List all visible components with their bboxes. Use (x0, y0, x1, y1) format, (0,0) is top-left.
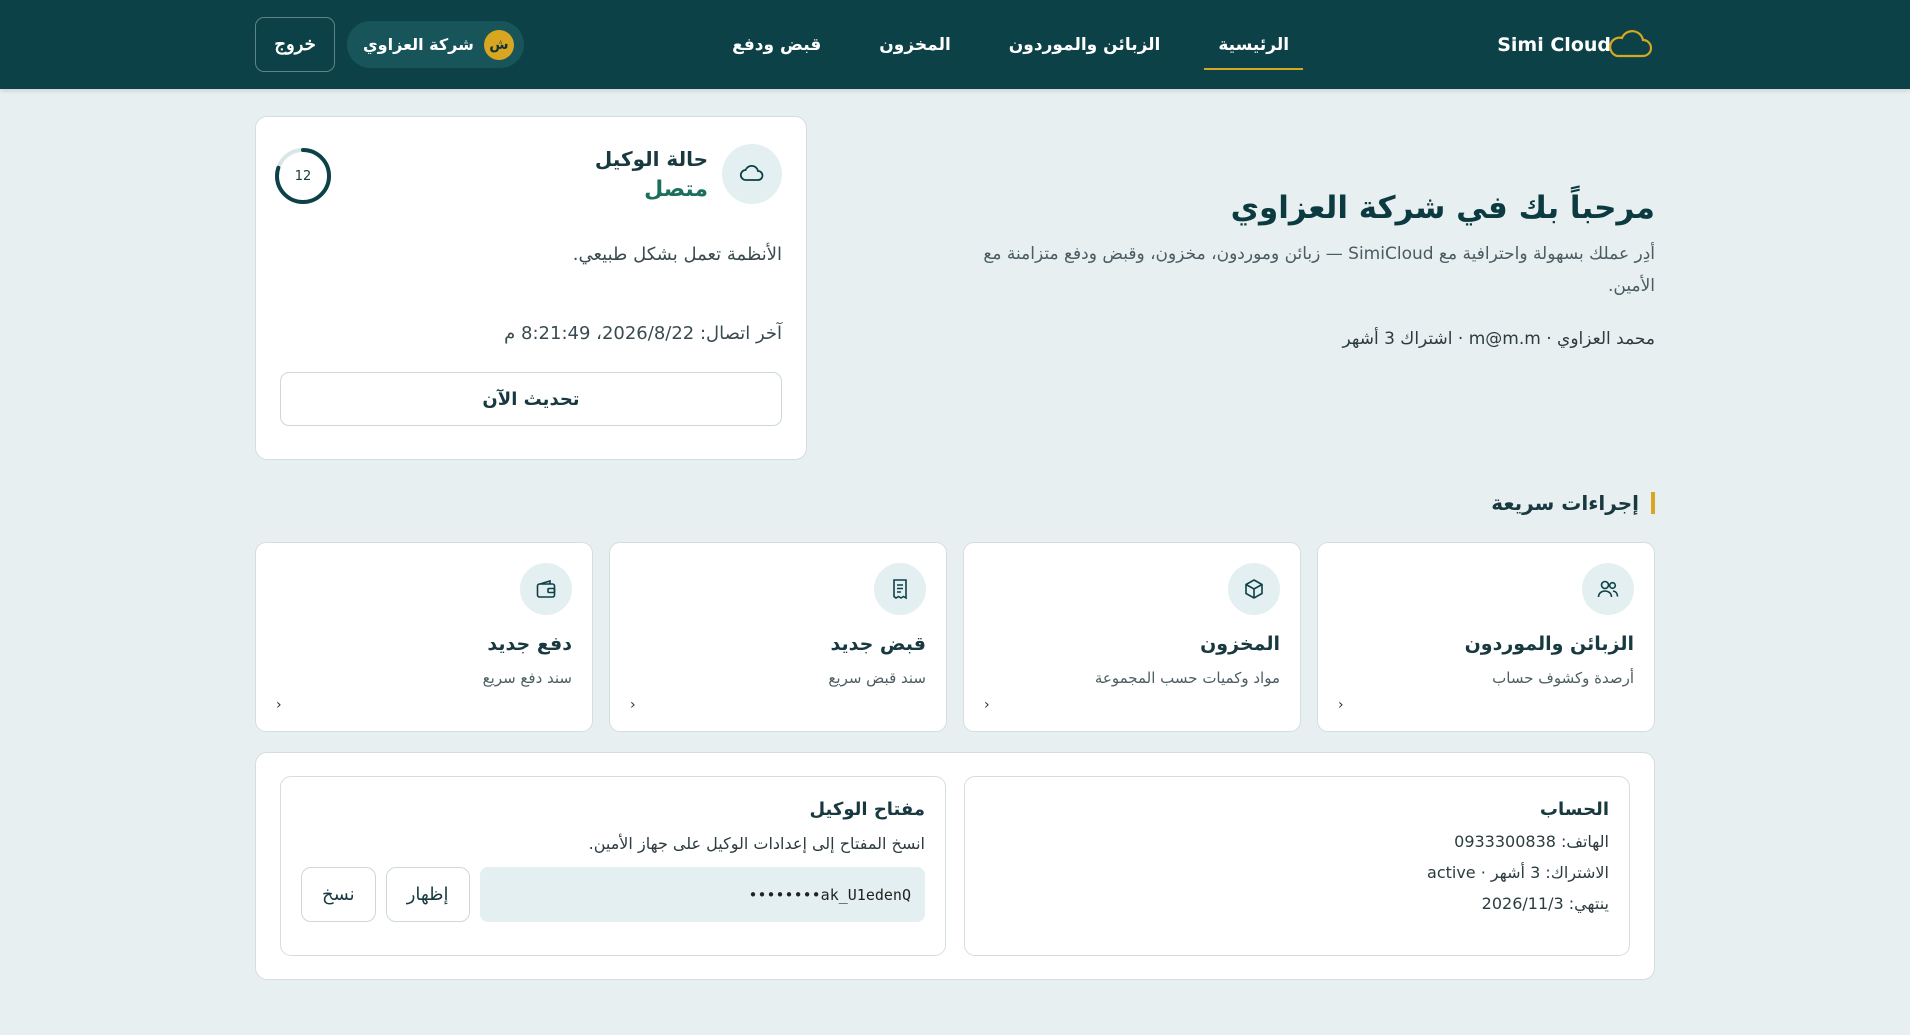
last-connection: آخر اتصال: 2026/8/22، 8:21:49 م (504, 323, 782, 344)
nav-customers-suppliers[interactable]: الزبائن والموردون (995, 0, 1175, 89)
agent-key-row: ••••••••ak_U1edenQ إظهار نسخ (301, 867, 925, 922)
chevron-left-icon: ‹ (630, 697, 636, 713)
account-card: الحساب الهاتف: 0933300838 الاشتراك: 3 أش… (964, 776, 1630, 956)
copy-key-button[interactable]: نسخ (301, 867, 376, 922)
hero-section: مرحباً بك في شركة العزاوي أدِر عملك بسهو… (255, 116, 1655, 460)
nav-home[interactable]: الرئيسية (1204, 0, 1303, 89)
welcome-description: أدِر عملك بسهولة واحترافية مع SimiCloud … (983, 244, 1655, 296)
nav-inventory[interactable]: المخزون (865, 0, 965, 89)
account-panel: الحساب الهاتف: 0933300838 الاشتراك: 3 أش… (255, 752, 1655, 980)
chevron-left-icon: ‹ (984, 697, 990, 713)
action-customers-suppliers[interactable]: الزبائن والموردون أرصدة وكشوف حساب ‹ (1317, 542, 1655, 732)
agent-status-title: حالة الوكيل (594, 146, 708, 171)
chevron-left-icon: ‹ (1338, 697, 1344, 713)
company-pill[interactable]: ش شركة العزاوي (347, 21, 524, 68)
agent-status-value: متصل (644, 176, 708, 202)
action-subtitle: مواد وكميات حسب المجموعة (1094, 669, 1280, 687)
action-title: قبض جديد (830, 633, 926, 655)
action-title: دفع جديد (487, 633, 572, 655)
countdown-value: 12 (295, 169, 312, 184)
chevron-left-icon: ‹ (276, 697, 282, 713)
agent-key-hint: انسخ المفتاح إلى إعدادات الوكيل على جهاز… (588, 834, 925, 853)
action-subtitle: أرصدة وكشوف حساب (1492, 669, 1634, 687)
account-title: الحساب (1539, 799, 1609, 820)
nav-receipts-payments[interactable]: قبض ودفع (718, 0, 835, 89)
cloud-logo-icon (1609, 29, 1653, 57)
action-inventory[interactable]: المخزون مواد وكميات حسب المجموعة ‹ (963, 542, 1301, 732)
receipt-icon (874, 563, 926, 615)
action-subtitle: سند دفع سريع (482, 669, 572, 687)
company-name: شركة العزاوي (363, 35, 474, 54)
user-area: ش شركة العزاوي خروج (255, 17, 524, 72)
welcome-title: مرحباً بك في شركة العزاوي (1230, 190, 1655, 226)
account-subscription: الاشتراك: 3 أشهر · active (1427, 863, 1609, 882)
status-header: حالة الوكيل متصل (280, 144, 782, 204)
welcome-block: مرحباً بك في شركة العزاوي أدِر عملك بسهو… (935, 116, 1655, 460)
quick-actions-title: إجراءات سريعة (255, 492, 1655, 514)
quick-actions: الزبائن والموردون أرصدة وكشوف حساب ‹ الم… (255, 542, 1655, 732)
show-key-button[interactable]: إظهار (385, 867, 470, 922)
refresh-countdown-ring: 12 (275, 148, 331, 204)
agent-status-card: حالة الوكيل متصل 12 الأنظمة تعمل بشكل طب… (255, 116, 807, 460)
main-content: مرحباً بك في شركة العزاوي أدِر عملك بسهو… (255, 116, 1655, 980)
brand-logo[interactable]: Simi Cloud (1497, 28, 1653, 62)
account-expires: ينتهي: 2026/11/3 (1481, 894, 1609, 913)
action-new-receipt[interactable]: قبض جديد سند قبض سريع ‹ (609, 542, 947, 732)
agent-key-field[interactable]: ••••••••ak_U1edenQ (479, 867, 925, 922)
refresh-now-button[interactable]: تحديث الآن (280, 372, 782, 426)
logout-button[interactable]: خروج (255, 17, 336, 72)
main-nav: الرئيسية الزبائن والموردون المخزون قبض و… (718, 0, 1303, 89)
cloud-icon (722, 144, 782, 204)
agent-key-card: مفتاح الوكيل انسخ المفتاح إلى إعدادات ال… (280, 776, 946, 956)
action-subtitle: سند قبض سريع (828, 669, 926, 687)
agent-key-title: مفتاح الوكيل (809, 799, 925, 820)
action-new-payment[interactable]: دفع جديد سند دفع سريع ‹ (255, 542, 593, 732)
box-icon (1228, 563, 1280, 615)
wallet-icon (520, 563, 572, 615)
action-title: المخزون (1200, 633, 1280, 655)
status-message: الأنظمة تعمل بشكل طبيعي. (572, 244, 782, 265)
users-icon (1582, 563, 1634, 615)
account-phone: الهاتف: 0933300838 (1454, 832, 1609, 851)
top-bar: Simi Cloud الرئيسية الزبائن والموردون ال… (0, 0, 1910, 89)
avatar: ش (483, 29, 514, 60)
action-title: الزبائن والموردون (1464, 633, 1634, 655)
user-meta: محمد العزاوي · m@m.m · اشتراك 3 أشهر (1342, 329, 1655, 349)
brand-name: Simi Cloud (1497, 33, 1611, 56)
